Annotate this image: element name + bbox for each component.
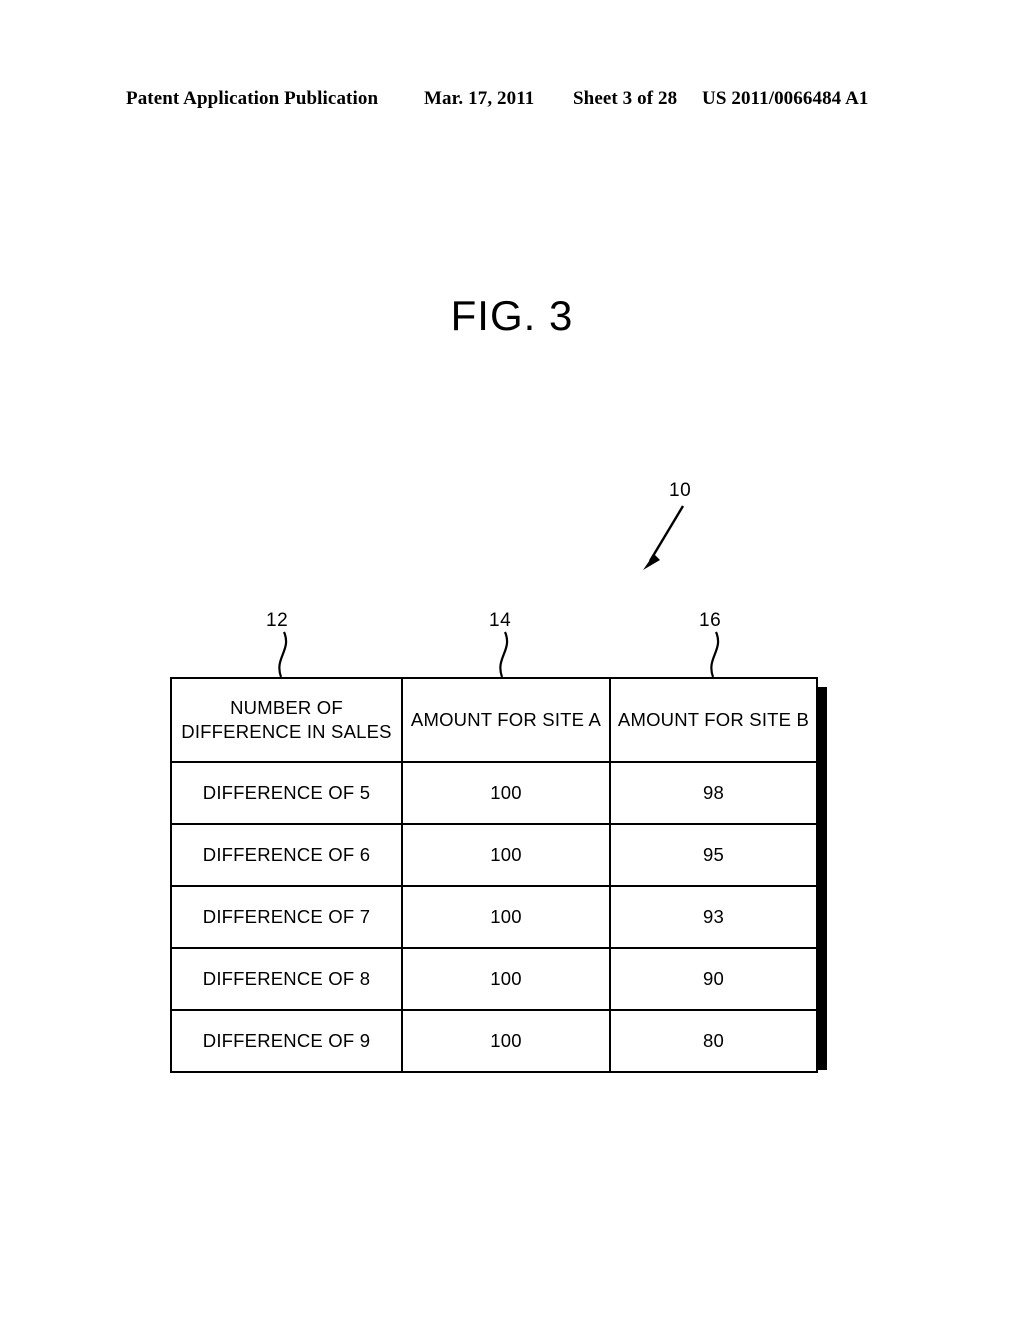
column-header-site-a: AMOUNT FOR SITE A xyxy=(401,677,611,763)
cell-site-a-amount: 100 xyxy=(401,947,611,1011)
cell-site-a-amount: 100 xyxy=(401,761,611,825)
header-patent-number: US 2011/0066484 A1 xyxy=(702,88,869,109)
cell-site-a-amount: 100 xyxy=(401,823,611,887)
figure-table-container: NUMBER OF DIFFERENCE IN SALES AMOUNT FOR… xyxy=(170,677,818,1073)
leader-line-16 xyxy=(710,631,720,678)
leader-line-14 xyxy=(499,631,509,678)
header-sheet-label: Sheet 3 of 28 xyxy=(573,88,678,109)
cell-site-b-amount: 93 xyxy=(609,885,818,949)
cell-site-a-amount: 100 xyxy=(401,1009,611,1073)
column-header-difference-line2: DIFFERENCE IN SALES xyxy=(181,721,392,742)
table-row: DIFFERENCE OF 9 100 80 xyxy=(170,1009,818,1073)
table-row: DIFFERENCE OF 6 100 95 xyxy=(170,823,818,887)
table-row: DIFFERENCE OF 5 100 98 xyxy=(170,761,818,825)
table-row: DIFFERENCE OF 8 100 90 xyxy=(170,947,818,1011)
cell-difference-label: DIFFERENCE OF 7 xyxy=(170,885,403,949)
figure-title: FIG. 3 xyxy=(450,292,574,339)
reference-numeral-16: 16 xyxy=(699,610,722,631)
cell-difference-label: DIFFERENCE OF 8 xyxy=(170,947,403,1011)
column-header-difference: NUMBER OF DIFFERENCE IN SALES xyxy=(170,677,403,763)
cell-difference-label: DIFFERENCE OF 6 xyxy=(170,823,403,887)
table-body: NUMBER OF DIFFERENCE IN SALES AMOUNT FOR… xyxy=(170,677,818,1073)
table-header-row: NUMBER OF DIFFERENCE IN SALES AMOUNT FOR… xyxy=(170,677,818,763)
column-header-difference-line1: NUMBER OF xyxy=(230,697,343,718)
cell-site-a-amount: 100 xyxy=(401,885,611,949)
sales-difference-table: NUMBER OF DIFFERENCE IN SALES AMOUNT FOR… xyxy=(170,677,818,1073)
table-row: DIFFERENCE OF 7 100 93 xyxy=(170,885,818,949)
reference-numeral-12: 12 xyxy=(266,610,289,631)
leader-lines-overlay xyxy=(278,505,720,678)
column-header-site-b: AMOUNT FOR SITE B xyxy=(609,677,818,763)
cell-site-b-amount: 98 xyxy=(609,761,818,825)
assembly-arrow-icon xyxy=(643,505,685,570)
page-header: Patent Application Publication Mar. 17, … xyxy=(0,88,1024,114)
cell-site-b-amount: 95 xyxy=(609,823,818,887)
cell-difference-label: DIFFERENCE OF 5 xyxy=(170,761,403,825)
cell-site-b-amount: 90 xyxy=(609,947,818,1011)
header-date-label: Mar. 17, 2011 xyxy=(424,88,535,109)
cell-site-b-amount: 80 xyxy=(609,1009,818,1073)
reference-numeral-10: 10 xyxy=(669,480,692,501)
reference-numeral-14: 14 xyxy=(489,610,512,631)
header-publication-label: Patent Application Publication xyxy=(126,88,379,109)
cell-difference-label: DIFFERENCE OF 9 xyxy=(170,1009,403,1073)
leader-line-12 xyxy=(278,631,288,678)
